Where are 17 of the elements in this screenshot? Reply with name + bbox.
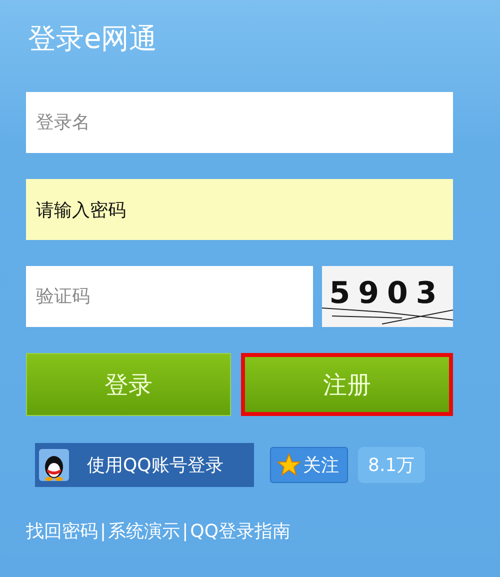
follower-count: 8.1万 [358, 447, 425, 483]
penguin-icon [39, 448, 69, 482]
separator: | [182, 520, 188, 542]
footer-link[interactable]: QQ登录指南 [190, 519, 290, 543]
separator: | [100, 520, 106, 542]
captcha-image[interactable]: 5903 [322, 266, 453, 327]
follow-button[interactable]: 关注 [270, 447, 348, 483]
password-field[interactable]: 请输入密码 [26, 179, 453, 240]
qq-login-button[interactable]: 使用QQ账号登录 [35, 443, 254, 487]
page-title: 登录e网通 [28, 21, 158, 57]
login-button[interactable]: 登录 [26, 353, 231, 416]
footer-link[interactable]: 系统演示 [108, 519, 180, 543]
footer-link[interactable]: 找回密码 [26, 519, 98, 543]
username-field[interactable]: 登录名 [26, 92, 453, 153]
star-icon [277, 453, 301, 477]
captcha-field[interactable]: 验证码 [26, 266, 313, 327]
register-button[interactable]: 注册 [241, 353, 453, 416]
